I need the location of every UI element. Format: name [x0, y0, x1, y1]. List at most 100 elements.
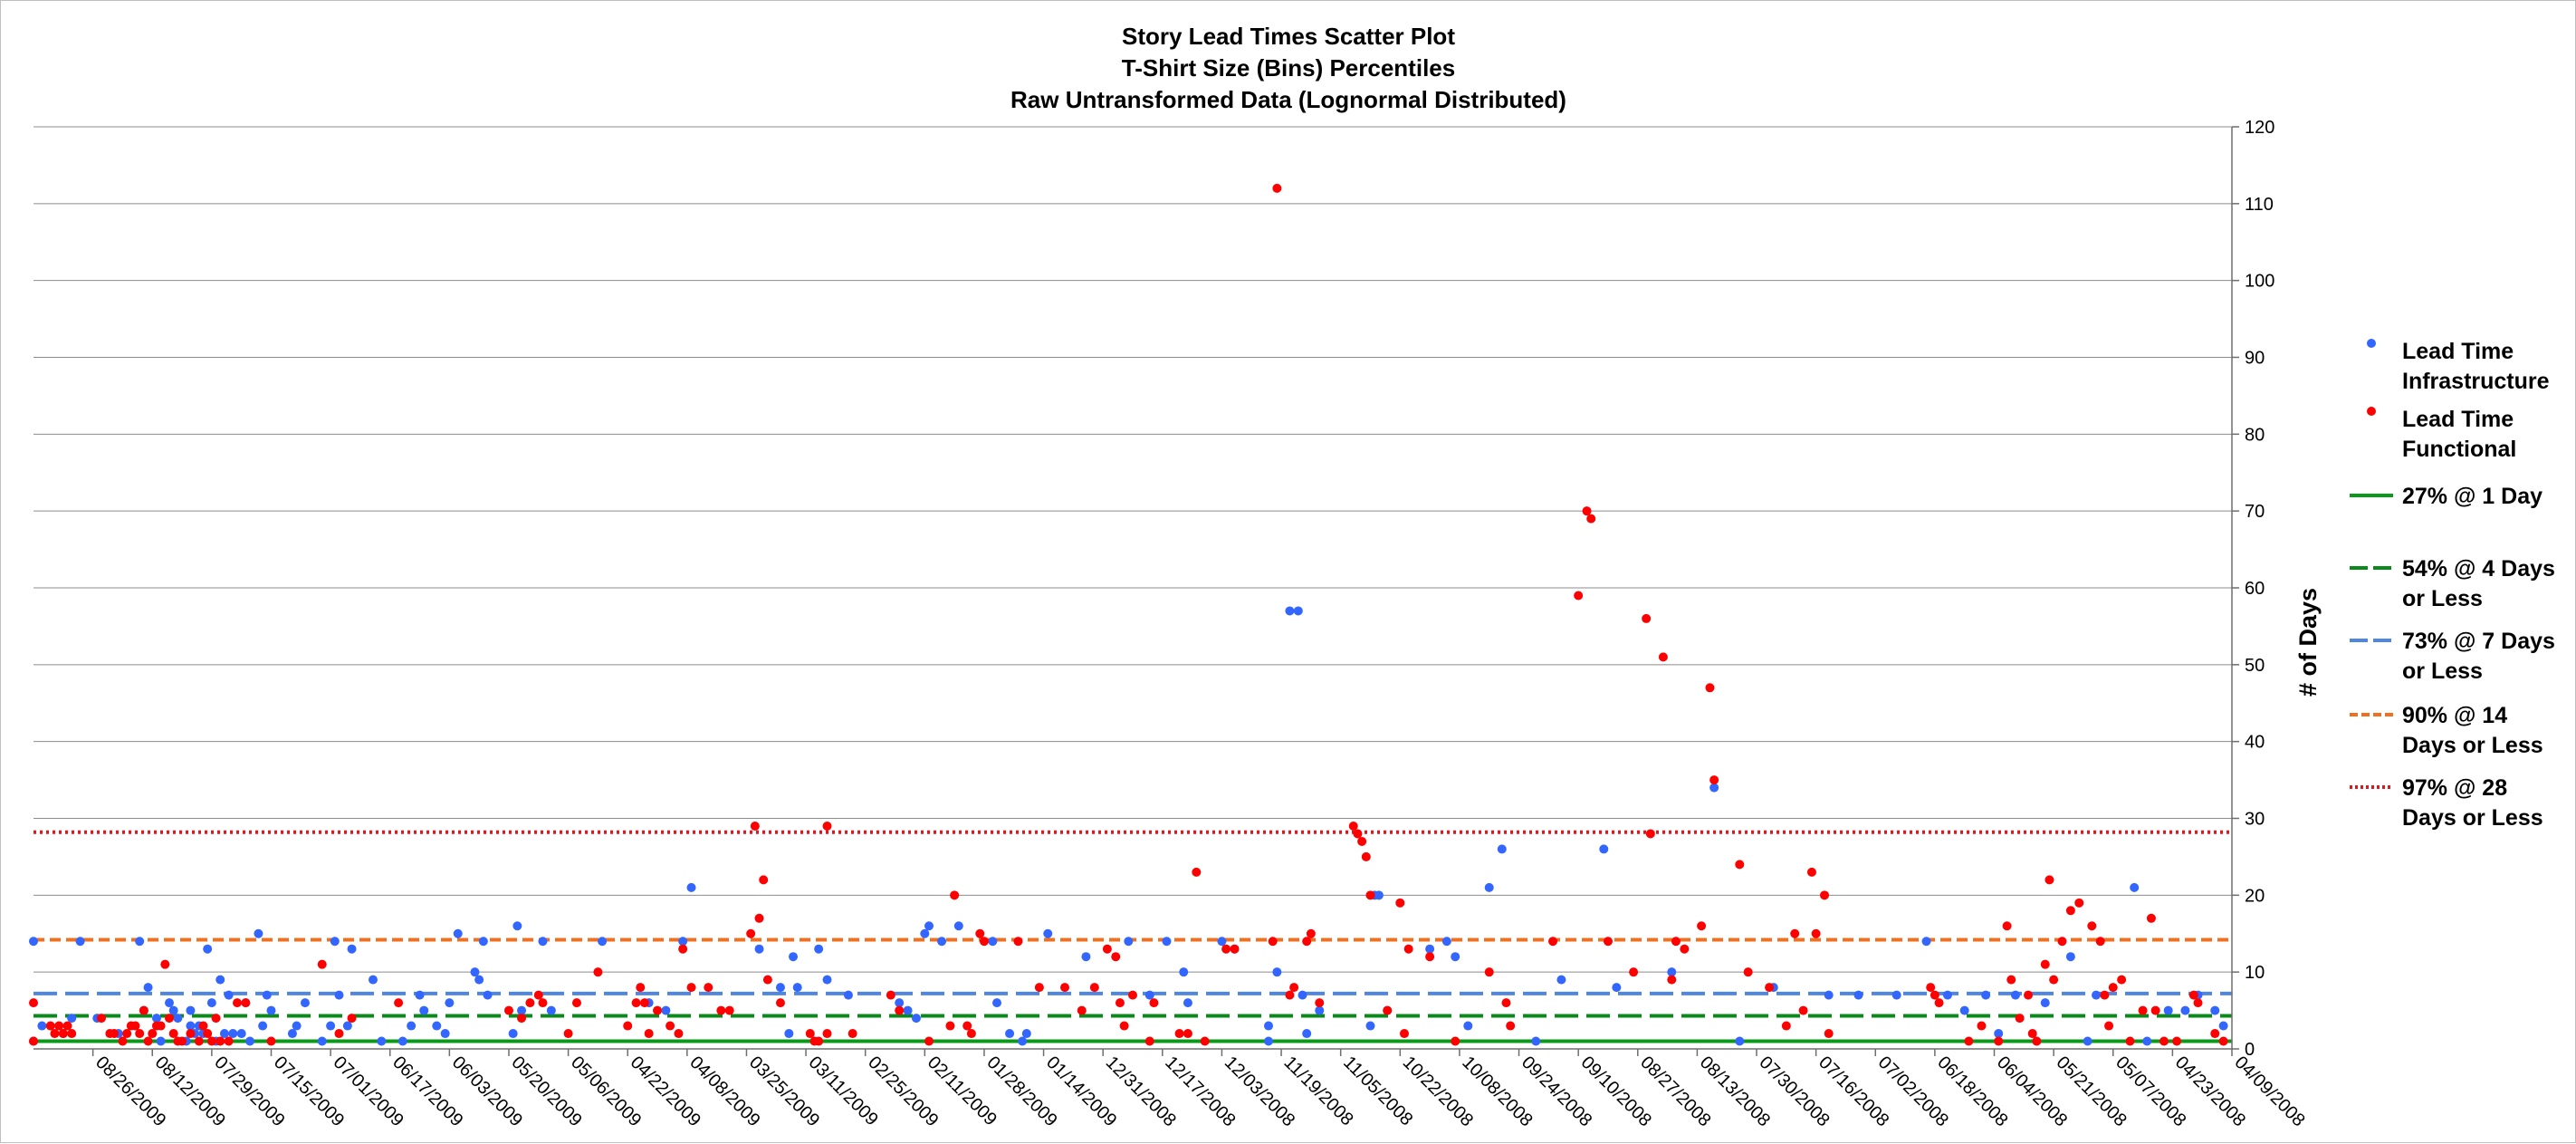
legend-label: Infrastructure: [2402, 369, 2550, 394]
functional-point: [945, 1021, 955, 1031]
infrastructure-point: [453, 928, 463, 938]
functional-point: [1383, 1005, 1393, 1015]
infrastructure-point: [474, 975, 484, 985]
functional-point: [503, 1005, 513, 1015]
functional-point: [775, 998, 785, 1008]
functional-point: [1680, 944, 1690, 954]
functional-point: [538, 998, 548, 1008]
functional-point: [966, 1029, 976, 1039]
infrastructure-point: [292, 1021, 302, 1031]
chart-title-line-3: Raw Untransformed Data (Lognormal Distri…: [1010, 86, 1566, 113]
infrastructure-point: [37, 1021, 47, 1031]
functional-point: [1977, 1021, 1987, 1031]
functional-point: [2057, 937, 2067, 947]
infrastructure-point: [397, 1036, 407, 1046]
infrastructure-point: [1263, 1036, 1273, 1046]
functional-point: [1077, 1005, 1087, 1015]
functional-point: [1289, 983, 1299, 993]
infrastructure-point: [903, 1005, 913, 1015]
infrastructure-point: [377, 1036, 387, 1046]
functional-point: [525, 998, 535, 1008]
infrastructure-point: [911, 1014, 921, 1024]
functional-point: [2104, 1021, 2114, 1031]
functional-point: [160, 959, 170, 969]
legend-label: or Less: [2402, 586, 2483, 611]
functional-point: [1642, 613, 1652, 623]
functional-point: [1348, 821, 1358, 831]
y-tick-label: 50: [2245, 656, 2265, 676]
infrastructure-point: [224, 990, 234, 1000]
infrastructure-point: [266, 1005, 276, 1015]
infrastructure-point: [1183, 998, 1192, 1008]
percentile-lines: [34, 830, 2232, 1043]
infrastructure-point: [135, 937, 145, 947]
infrastructure-point: [953, 921, 963, 931]
functional-point: [636, 983, 646, 993]
functional-point: [206, 1036, 216, 1046]
y-axis-title: # of Days: [2294, 588, 2322, 697]
functional-point: [1806, 867, 1816, 877]
infrastructure-point: [29, 937, 38, 947]
legend-item: Lead Time Infrastructure: [2367, 339, 2550, 394]
functional-point: [1200, 1036, 1210, 1046]
infrastructure-point: [1735, 1036, 1745, 1046]
functional-point: [924, 1036, 934, 1046]
infrastructure-point: [287, 1029, 297, 1039]
functional-point: [1183, 1029, 1192, 1039]
infrastructure-point: [254, 928, 263, 938]
infrastructure-point: [1179, 967, 1189, 977]
functional-point: [62, 1021, 72, 1031]
functional-point: [1781, 1021, 1791, 1031]
functional-point: [750, 821, 760, 831]
functional-point: [1399, 1029, 1409, 1039]
infrastructure-point: [992, 998, 1002, 1008]
infrastructure-point: [1497, 844, 1507, 854]
legend-item: 90% @ 14 Days or Less: [2350, 703, 2543, 758]
functional-point: [762, 975, 772, 985]
infrastructure-point: [1302, 1029, 1312, 1039]
y-tick-label: 90: [2245, 349, 2265, 369]
functional-point: [1798, 1005, 1808, 1015]
legend-label: Days or Less: [2402, 805, 2543, 831]
functional-point: [704, 983, 713, 993]
infrastructure-point: [1891, 990, 1901, 1000]
infrastructure-point: [1285, 606, 1295, 616]
infrastructure-point: [206, 998, 216, 1008]
functional-point: [814, 1036, 824, 1046]
infrastructure-point: [478, 937, 488, 947]
functional-point: [2049, 975, 2059, 985]
y-tick-label: 120: [2245, 118, 2274, 138]
functional-point: [2024, 990, 2034, 1000]
gridlines: [34, 126, 2232, 1050]
functional-point: [211, 1014, 221, 1024]
infrastructure-point: [1556, 975, 1566, 985]
functional-point: [1315, 998, 1325, 1008]
functional-point: [623, 1021, 633, 1031]
infrastructure-point: [483, 990, 493, 1000]
infrastructure-point: [598, 937, 608, 947]
functional-point: [1548, 937, 1558, 947]
infrastructure-point: [1451, 952, 1460, 962]
infrastructure-point: [784, 1029, 794, 1039]
functional-point: [156, 1021, 166, 1031]
infrastructure-point: [1043, 928, 1053, 938]
scatter-chart: Story Lead Times Scatter Plot T-Shirt Si…: [29, 23, 2555, 1130]
functional-point: [1820, 890, 1830, 900]
infrastructure-point: [822, 975, 832, 985]
functional-point: [1671, 937, 1681, 947]
infrastructure-point: [2142, 1036, 2152, 1046]
functional-point: [1667, 975, 1677, 985]
functional-point: [334, 1029, 344, 1039]
legend-item: 97% @ 28 Days or Less: [2350, 775, 2543, 831]
functional-point: [1089, 983, 1099, 993]
functional-point: [1926, 983, 1936, 993]
legend-label: Lead Time: [2402, 339, 2514, 364]
infrastructure-point: [75, 937, 85, 947]
functional-point: [1221, 944, 1231, 954]
functional-point: [1735, 860, 1745, 870]
y-tick-label: 100: [2245, 272, 2274, 292]
functional-point: [644, 1029, 654, 1039]
infrastructure-point: [1298, 990, 1307, 1000]
functional-point: [1403, 944, 1413, 954]
functional-point: [686, 983, 696, 993]
